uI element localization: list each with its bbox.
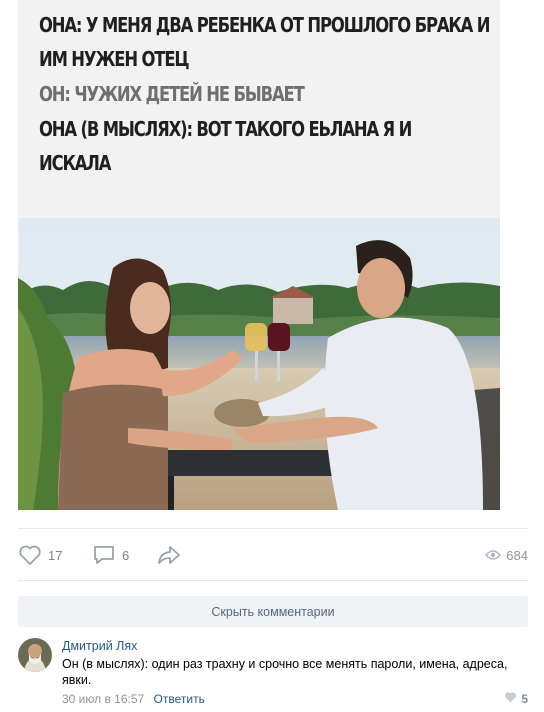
post-image[interactable]: ОНА: У МЕНЯ ДВА РЕБЕНКА ОТ ПРОШЛОГО БРАК… bbox=[18, 0, 500, 510]
caption-line-3: ОН: ЧУЖИХ ДЕТЕЙ НЕ БЫВАЕТ bbox=[39, 82, 305, 106]
couple-photo bbox=[18, 218, 500, 510]
views-count: 684 bbox=[506, 547, 528, 563]
hide-comments-button[interactable]: Скрыть комментарии bbox=[18, 596, 528, 627]
like-count: 17 bbox=[48, 547, 63, 563]
comment-text: Он (в мыслях): один раз трахну и срочно … bbox=[62, 657, 508, 687]
caption-line-2: ИМ НУЖЕН ОТЕЦ bbox=[39, 47, 190, 71]
divider-actions bbox=[18, 580, 528, 581]
comment-count: 6 bbox=[122, 547, 130, 563]
share-icon bbox=[156, 544, 182, 566]
reply-link[interactable]: Ответить bbox=[154, 692, 205, 706]
views: 684 bbox=[485, 540, 528, 570]
heart-icon bbox=[18, 544, 42, 566]
divider-top bbox=[18, 528, 528, 529]
caption-line-5: ИСКАЛА bbox=[39, 151, 111, 175]
caption-line-4: ОНА (В МЫСЛЯХ): ВОТ ТАКОГО ЕЬЛАНА Я И bbox=[39, 117, 412, 141]
eye-icon bbox=[485, 549, 502, 561]
comment-button[interactable]: 6 bbox=[92, 540, 129, 570]
avatar[interactable] bbox=[18, 638, 52, 672]
meme-caption: ОНА: У МЕНЯ ДВА РЕБЕНКА ОТ ПРОШЛОГО БРАК… bbox=[18, 0, 500, 218]
comment-like-button[interactable]: 5 bbox=[504, 691, 528, 706]
comment-icon bbox=[92, 543, 116, 567]
comment-meta: 30 июл в 16:57 Ответить bbox=[62, 692, 205, 706]
caption-line-1: ОНА: У МЕНЯ ДВА РЕБЕНКА ОТ ПРОШЛОГО БРАК… bbox=[39, 13, 491, 37]
share-button[interactable] bbox=[156, 540, 182, 570]
like-button[interactable]: 17 bbox=[18, 540, 62, 570]
post-actions: 17 6 684 bbox=[18, 540, 528, 570]
comment-date[interactable]: 30 июл в 16:57 bbox=[62, 692, 144, 706]
small-heart-icon bbox=[504, 691, 517, 706]
comment-like-count: 5 bbox=[521, 691, 528, 706]
comment-author[interactable]: Дмитрий Лях bbox=[62, 639, 137, 653]
